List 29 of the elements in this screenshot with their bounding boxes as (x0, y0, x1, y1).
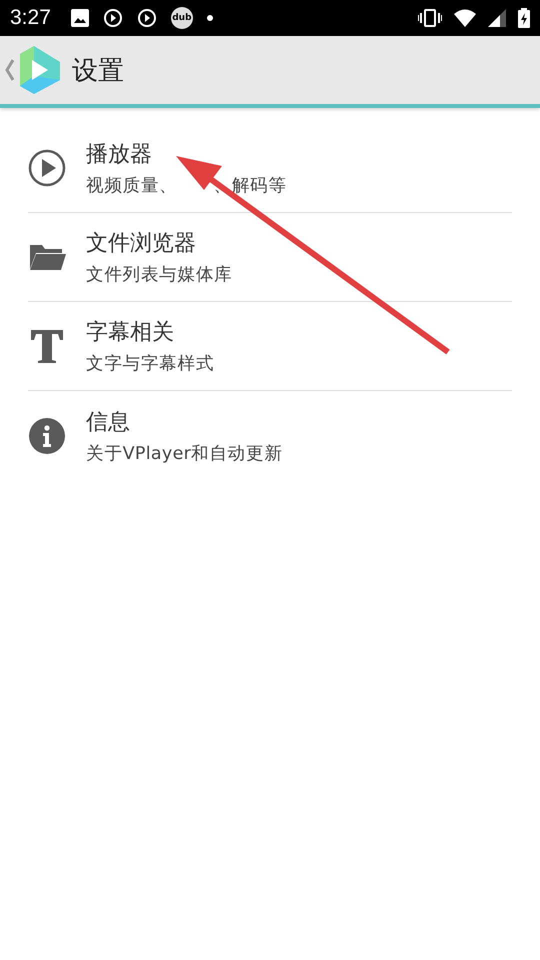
serif-t-icon (28, 327, 66, 365)
item-subtitle: 视频质量、 (86, 175, 178, 197)
signal-icon (488, 9, 506, 27)
settings-item[interactable]: 字幕相关 文字与字幕样式 (28, 302, 512, 391)
item-title: 字幕相关 (86, 319, 175, 347)
item-title: 文件浏览器 (86, 230, 197, 258)
item-subtitle: 文件列表与媒体库 (86, 264, 232, 286)
info-icon (28, 416, 66, 454)
item-subtitle: 、解码等 (214, 175, 287, 197)
item-subtitle: 关于VPlayer和自动更新 (86, 442, 283, 464)
image-icon (70, 9, 89, 27)
back-icon[interactable] (4, 59, 14, 81)
play-icon (28, 149, 66, 187)
item-title: 播放器 (86, 141, 153, 169)
battery-icon (518, 8, 530, 28)
sync-play-icon (102, 8, 123, 28)
settings-item[interactable]: 文件浏览器 文件列表与媒体库 (28, 213, 512, 302)
app-badge-icon: dub (170, 7, 193, 29)
settings-item[interactable]: 信息 关于VPlayer和自动更新 (28, 391, 512, 480)
item-subtitle: 文字与字幕样式 (86, 353, 214, 375)
vibrate-icon (418, 9, 442, 27)
item-title: 信息 (86, 408, 131, 436)
screen-title: 设置 (72, 54, 124, 88)
folder-icon (28, 243, 66, 271)
wifi-icon (454, 9, 476, 27)
dot-icon (206, 15, 213, 21)
app-logo-icon (18, 46, 62, 94)
sync-play-icon (136, 8, 157, 28)
clock: 3:27 (10, 6, 51, 30)
